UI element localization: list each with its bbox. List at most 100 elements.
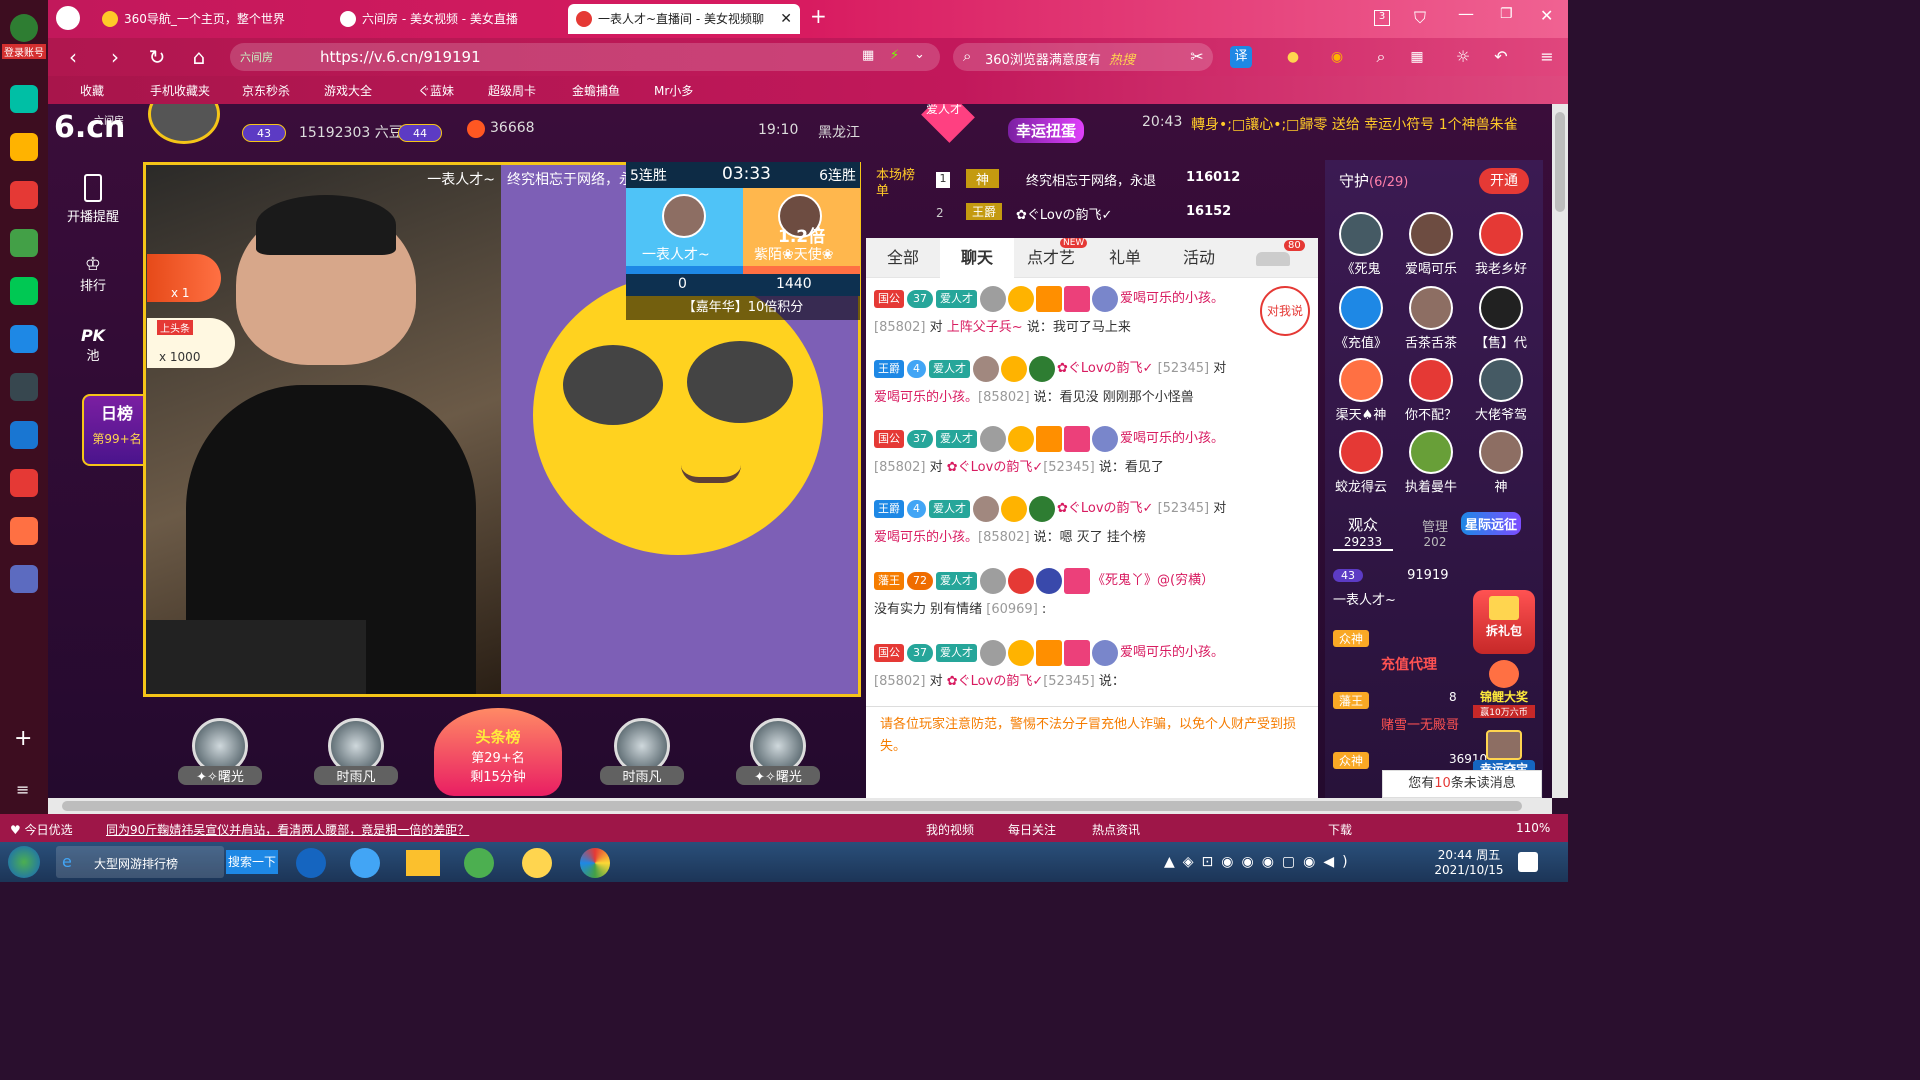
- pk-left-avatar[interactable]: [662, 194, 706, 238]
- translate-icon[interactable]: 译: [1230, 46, 1252, 68]
- search-bar[interactable]: ⌕ 360浏览器满意度有 热搜: [953, 43, 1213, 71]
- apps-icon[interactable]: ▦: [1404, 44, 1430, 70]
- tab-activity[interactable]: 活动: [1162, 238, 1236, 278]
- tab-count[interactable]: 3: [1374, 10, 1390, 26]
- taskbar-360-icon[interactable]: [464, 848, 494, 878]
- news-icon[interactable]: [10, 373, 38, 401]
- chat-username[interactable]: ✿ぐLovの韵飞✓: [1057, 361, 1153, 376]
- url-text[interactable]: https://v.6.cn/919191: [320, 48, 481, 66]
- today-pick[interactable]: ♥ 今日优选: [10, 821, 73, 838]
- tab-360-nav[interactable]: 360导航_一个主页，整个世界: [94, 4, 324, 34]
- bookmark-favorites[interactable]: 收藏: [80, 82, 104, 99]
- close-window-icon[interactable]: ✕: [1540, 6, 1553, 25]
- xiaohongshu-icon[interactable]: [10, 469, 38, 497]
- star-expedition-button[interactable]: 星际远征: [1461, 512, 1522, 535]
- site-logo[interactable]: 6.cn 六间房: [54, 110, 125, 145]
- gamepad-icon[interactable]: ◉: [1324, 44, 1350, 70]
- hot-search-label[interactable]: 热搜: [1109, 49, 1135, 68]
- browser-logo-icon[interactable]: [56, 6, 80, 30]
- chat-message[interactable]: 国公 37 爱人才 爱喝可乐的小孩。 [85802] 对 ✿ぐLovの韵飞✓[52345…: [874, 424, 1310, 482]
- lucky-gacha-button[interactable]: 幸运扭蛋: [1008, 118, 1085, 143]
- maximize-icon[interactable]: ❐: [1500, 6, 1513, 22]
- broadcast-reminder[interactable]: 开播提醒: [48, 174, 138, 225]
- scissors-icon[interactable]: ✂: [1184, 44, 1210, 70]
- chat-username[interactable]: ✿ぐLovの韵飞✓: [1057, 501, 1153, 516]
- daily-follow-link[interactable]: 每日关注: [1008, 821, 1056, 838]
- address-bar[interactable]: 六间房 https://v.6.cn/919191 ▦ ⚡ ⌄: [230, 43, 940, 71]
- audience-tab[interactable]: 观众 29233: [1333, 514, 1393, 551]
- guard-item[interactable]: 渠天♠神: [1331, 358, 1391, 423]
- pk-panel[interactable]: 5连胜 03:33 6连胜 1.2倍 一表人才~ 紫陌❀天使❀ 0 1440 【…: [626, 162, 860, 322]
- guard-item[interactable]: 《充值》: [1331, 286, 1391, 351]
- taskbar-window[interactable]: e 大型网游排行榜: [56, 846, 224, 878]
- login-label[interactable]: 登录账号: [2, 44, 46, 59]
- chat-target[interactable]: ✿ぐLovの韵飞✓: [947, 460, 1043, 475]
- dragon-badge[interactable]: x 1: [147, 254, 221, 302]
- game-icon[interactable]: [10, 517, 38, 545]
- gamble-link[interactable]: 赌雪一无殿哥: [1381, 714, 1459, 733]
- news-headline[interactable]: 同为90斤鞠婧祎吴宣仪并肩站，看清两人腰部，竟是粗一倍的差距？: [106, 821, 469, 838]
- rank-row[interactable]: 1 神 终究相忘于网络，永退 116012: [936, 166, 1316, 194]
- taskbar-folder-icon[interactable]: [406, 850, 440, 876]
- notification-icon[interactable]: [1518, 852, 1538, 872]
- taskbar-browser-icon[interactable]: [580, 848, 610, 878]
- manage-tab[interactable]: 管理 202: [1405, 516, 1465, 549]
- koi-prize-button[interactable]: 锦鲤大奖 赢10万六币: [1473, 660, 1535, 720]
- unread-messages[interactable]: 您有10条未读消息: [1382, 770, 1542, 798]
- chat-target[interactable]: 爱喝可乐的小孩。: [874, 530, 978, 545]
- seat-3[interactable]: 时雨凡: [600, 718, 684, 785]
- headline-rank-card[interactable]: 头条榜 第29+名 剩15分钟: [434, 708, 562, 796]
- ranking-link[interactable]: ♔ 排行: [48, 254, 138, 294]
- search-input[interactable]: 360浏览器满意度有: [985, 49, 1101, 68]
- guard-item[interactable]: 你不配？: [1401, 358, 1461, 423]
- start-button-icon[interactable]: [8, 846, 40, 878]
- rank-row[interactable]: 2 王爵 ✿ぐLovの韵飞✓ 16152: [936, 200, 1316, 228]
- chevron-down-icon[interactable]: ⌄: [914, 47, 925, 62]
- scroll-thumb[interactable]: [62, 801, 1522, 811]
- mail-icon[interactable]: [10, 229, 38, 257]
- chat-message[interactable]: 藩王 72 爱人才 《死鬼丫》@(穷横） 没有实力 别有情绪 [60969] :: [874, 566, 1310, 624]
- bookmark-mobile[interactable]: 手机收藏夹: [150, 82, 210, 99]
- agent-link[interactable]: 充值代理: [1381, 654, 1437, 674]
- guard-item[interactable]: 神: [1471, 430, 1531, 495]
- reload-icon[interactable]: ↻: [144, 44, 170, 70]
- open-guard-button[interactable]: 开通: [1479, 168, 1529, 194]
- chat-username[interactable]: 《死鬼丫》@(穷横）: [1092, 573, 1214, 588]
- undo-icon[interactable]: ↶: [1488, 44, 1514, 70]
- guard-item[interactable]: 我老乡好: [1471, 212, 1531, 277]
- add-sidebar-icon[interactable]: +: [14, 726, 32, 751]
- seat-1[interactable]: ✦✧曙光: [178, 718, 262, 785]
- menu-icon[interactable]: ≡: [16, 780, 29, 799]
- chat-message[interactable]: 王爵 4 爱人才 ✿ぐLovの韵飞✓ [52345] 对爱喝可乐的小孩。[85802]…: [874, 494, 1310, 552]
- p-icon[interactable]: [10, 325, 38, 353]
- chat-message[interactable]: 国公 37 爱人才 爱喝可乐的小孩。 [85802] 对 上阵父子兵~ 说：我可了马上来: [874, 284, 1310, 342]
- minimize-icon[interactable]: —: [1458, 4, 1474, 23]
- home-icon[interactable]: ⌂: [186, 44, 212, 70]
- taskbar-search-button[interactable]: 搜索一下: [226, 850, 278, 874]
- guard-item[interactable]: 蛟龙得云: [1331, 430, 1391, 495]
- new-tab-button[interactable]: +: [810, 4, 827, 28]
- brightness-icon[interactable]: ☼: [1450, 44, 1476, 70]
- gift-pack-button[interactable]: 拆礼包: [1473, 590, 1535, 654]
- chat-message[interactable]: 王爵 4 爱人才 ✿ぐLovの韵飞✓ [52345] 对爱喝可乐的小孩。[85802]…: [874, 354, 1310, 412]
- tab-6cn[interactable]: 六间房 - 美女视频 - 美女直播: [332, 4, 562, 34]
- streamer-avatar[interactable]: [148, 104, 220, 144]
- viewer-row[interactable]: 43 91919 一表人才~: [1333, 568, 1473, 608]
- shirt-icon[interactable]: ⛉: [1414, 8, 1426, 28]
- close-tab-icon[interactable]: ✕: [780, 4, 792, 34]
- grid-icon[interactable]: ▦: [862, 48, 874, 63]
- cloud-icon[interactable]: [10, 277, 38, 305]
- bookmark-weekly[interactable]: 超级周卡: [488, 82, 536, 99]
- bookmark-games[interactable]: 游戏大全: [324, 82, 372, 99]
- reply-to-me-button[interactable]: 对我说: [1260, 286, 1310, 336]
- forward-icon[interactable]: ›: [102, 44, 128, 70]
- chat-username[interactable]: 爱喝可乐的小孩。: [1120, 291, 1224, 306]
- chat-target[interactable]: ✿ぐLovの韵飞✓: [947, 674, 1043, 689]
- my-video-link[interactable]: 我的视频: [926, 821, 974, 838]
- seat-4[interactable]: ✦✧曙光: [736, 718, 820, 785]
- bookmark-mr[interactable]: Mr小多: [654, 82, 693, 99]
- coin-icon[interactable]: ●: [1280, 44, 1306, 70]
- scroll-thumb[interactable]: [1555, 112, 1565, 212]
- bookmark-fishing[interactable]: 金蟾捕鱼: [572, 82, 620, 99]
- tab-gifts[interactable]: 礼单: [1088, 238, 1162, 278]
